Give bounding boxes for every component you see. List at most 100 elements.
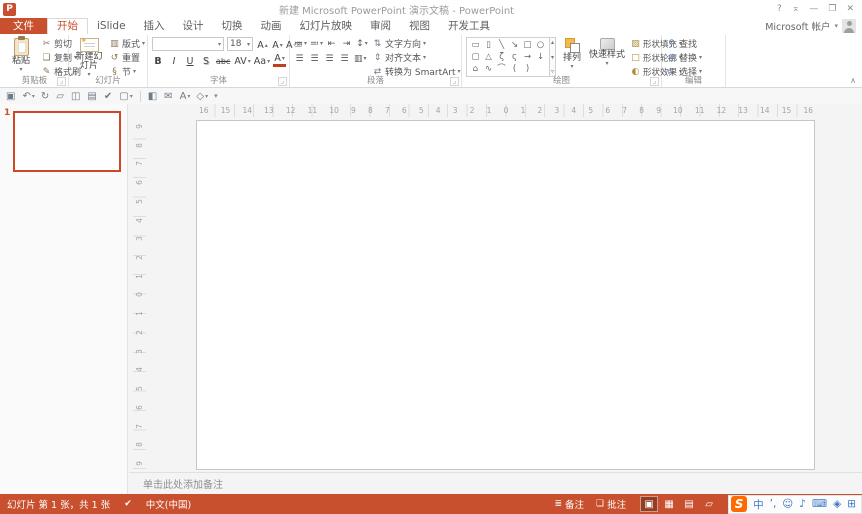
grow-font-button[interactable]: A▴ xyxy=(256,38,269,51)
shape-icon[interactable]: ▯ xyxy=(482,39,495,51)
shape-icon[interactable]: ς xyxy=(508,51,521,63)
ime-voice-icon[interactable]: ♪ xyxy=(799,498,806,510)
shape-icon[interactable]: △ xyxy=(482,51,495,63)
dialog-launcher-icon[interactable]: ⌟ xyxy=(650,77,659,86)
reading-view-button[interactable]: ▤ xyxy=(680,496,698,512)
gallery-scroll-icon[interactable]: ▿ xyxy=(551,68,554,75)
quick-print-icon[interactable]: ▤ xyxy=(85,89,99,103)
shape-icon[interactable]: ) xyxy=(521,63,534,75)
bullets-button[interactable]: ≔▾ xyxy=(294,37,307,50)
help-icon[interactable]: ? xyxy=(777,4,782,14)
proofing-icon[interactable]: ✔ xyxy=(124,499,132,509)
shape-icon[interactable]: □ xyxy=(521,39,534,51)
shrink-font-button[interactable]: A▾ xyxy=(271,38,284,51)
minimize-icon[interactable]: — xyxy=(809,4,818,14)
spelling-icon[interactable]: ✔ xyxy=(102,89,115,103)
decrease-indent-button[interactable]: ⇤ xyxy=(326,37,338,50)
ime-punctuation-icon[interactable]: ’, xyxy=(770,498,777,510)
shape-icon[interactable]: ▢ xyxy=(469,51,482,63)
start-slideshow-icon[interactable]: ▱ xyxy=(54,89,67,103)
justify-button[interactable]: ☰ xyxy=(339,52,351,65)
dialog-launcher-icon[interactable]: ⌟ xyxy=(278,77,287,86)
font-color-icon[interactable]: A ▾ xyxy=(178,89,193,103)
email-icon[interactable]: ✉ xyxy=(162,89,175,103)
notes-pane[interactable]: 单击此处添加备注 xyxy=(129,472,862,494)
line-spacing-button[interactable]: ↕▾ xyxy=(356,37,368,50)
shape-icon[interactable]: ◇ ▾ xyxy=(194,89,210,103)
normal-view-button[interactable]: ▣ xyxy=(640,496,658,512)
slide-sorter-view-button[interactable]: ▦ xyxy=(660,496,678,512)
new-presentation-icon[interactable]: ▢ ▾ xyxy=(117,89,134,103)
customize-qat-icon[interactable]: ▾ xyxy=(212,89,221,103)
char-spacing-button[interactable]: AV▾ xyxy=(234,54,250,67)
qat-separator[interactable] xyxy=(140,91,141,102)
tab-animations[interactable]: 动画 xyxy=(252,18,291,34)
slide-canvas[interactable] xyxy=(196,120,815,470)
increase-indent-button[interactable]: ⇥ xyxy=(341,37,353,50)
text-direction-button[interactable]: ⇅ 文字方向 ▾ xyxy=(372,37,461,50)
ime-emoji-icon[interactable]: ☺ xyxy=(782,498,793,510)
tab-developer[interactable]: 开发工具 xyxy=(439,18,499,34)
shape-icon[interactable]: ○ xyxy=(534,39,547,51)
print-preview-icon[interactable]: ◫ xyxy=(69,89,83,103)
close-icon[interactable]: ✕ xyxy=(846,4,854,14)
ime-skin-icon[interactable]: ◈ xyxy=(833,498,841,510)
find-button[interactable]: ⚲ 查找 xyxy=(666,37,702,50)
text-shadow-button[interactable]: S xyxy=(200,54,213,67)
tab-file[interactable]: 文件 xyxy=(0,18,47,34)
reset-button[interactable]: ↺ 重置 xyxy=(109,51,145,64)
tab-view[interactable]: 视图 xyxy=(400,18,439,34)
tab-home[interactable]: 开始 xyxy=(47,18,88,34)
columns-button[interactable]: ▥▾ xyxy=(354,52,367,65)
language-button[interactable]: 中文(中国) xyxy=(146,497,191,511)
tab-slideshow[interactable]: 幻灯片放映 xyxy=(291,18,362,34)
ime-chinese-mode-icon[interactable]: 中 xyxy=(753,497,764,512)
shape-icon[interactable]: ↓ xyxy=(534,51,547,63)
align-text-button[interactable]: ⇕ 对齐文本 ▾ xyxy=(372,51,461,64)
slideshow-view-button[interactable]: ▱ xyxy=(700,496,718,512)
tab-design[interactable]: 设计 xyxy=(174,18,213,34)
new-slide-button[interactable]: 新建幻灯片 ▾ xyxy=(73,37,105,78)
shape-icon[interactable]: ▭ xyxy=(469,39,482,51)
shape-icon[interactable]: ╲ xyxy=(495,39,508,51)
notes-toggle-button[interactable]: ≣ 备注 xyxy=(554,497,584,511)
slide-thumbnail[interactable] xyxy=(13,111,121,172)
collapse-ribbon-icon[interactable]: ∧ xyxy=(850,76,856,85)
tab-insert[interactable]: 插入 xyxy=(135,18,174,34)
change-case-button[interactable]: Aa▾ xyxy=(254,54,270,67)
ime-toolbox-icon[interactable]: ⊞ xyxy=(847,498,856,510)
account-button[interactable]: Microsoft 帐户 ▾ xyxy=(765,18,856,34)
align-left-button[interactable]: ☰ xyxy=(294,52,306,65)
undo-icon[interactable]: ↶ ▾ xyxy=(20,89,36,103)
save-icon[interactable]: ▣ xyxy=(4,89,18,103)
font-color-button[interactable]: A▾ xyxy=(273,53,286,67)
underline-button[interactable]: U xyxy=(184,54,197,67)
ribbon-display-options-icon[interactable]: ⌅ xyxy=(792,4,800,14)
font-size-combobox[interactable]: 18▾ xyxy=(227,37,253,51)
quick-styles-button[interactable]: 快速样式 ▾ xyxy=(588,37,626,67)
bold-button[interactable]: B xyxy=(152,54,165,67)
align-center-button[interactable]: ☰ xyxy=(309,52,321,65)
shape-icon[interactable]: ( xyxy=(508,63,521,75)
dialog-launcher-icon[interactable]: ⌟ xyxy=(450,77,459,86)
restore-icon[interactable]: ❐ xyxy=(828,4,836,14)
shape-icon[interactable]: → xyxy=(521,51,534,63)
align-right-button[interactable]: ☰ xyxy=(324,52,336,65)
shape-icon[interactable]: ↘ xyxy=(508,39,521,51)
italic-button[interactable]: I xyxy=(168,54,181,67)
tab-transitions[interactable]: 切换 xyxy=(213,18,252,34)
tab-islide[interactable]: iSlide xyxy=(88,18,135,34)
gallery-scroll-icon[interactable]: ▴ xyxy=(551,39,554,46)
dialog-launcher-icon[interactable]: ⌟ xyxy=(57,77,66,86)
shape-icon[interactable]: ζ xyxy=(495,51,508,63)
shape-icon[interactable]: ∿ xyxy=(482,63,495,75)
open-icon[interactable]: ◧ xyxy=(146,89,160,103)
layout-button[interactable]: ▥ 版式 ▾ xyxy=(109,37,145,50)
sogou-ime-logo[interactable]: S xyxy=(731,496,747,512)
shape-icon[interactable]: ⌒ xyxy=(495,63,508,75)
shape-icon[interactable]: ⌂ xyxy=(469,63,482,75)
replace-button[interactable]: ⇄ 替换 ▾ xyxy=(666,51,702,64)
strikethrough-button[interactable]: abc xyxy=(216,54,231,67)
tab-review[interactable]: 审阅 xyxy=(361,18,400,34)
redo-icon[interactable]: ↻ xyxy=(39,89,52,103)
